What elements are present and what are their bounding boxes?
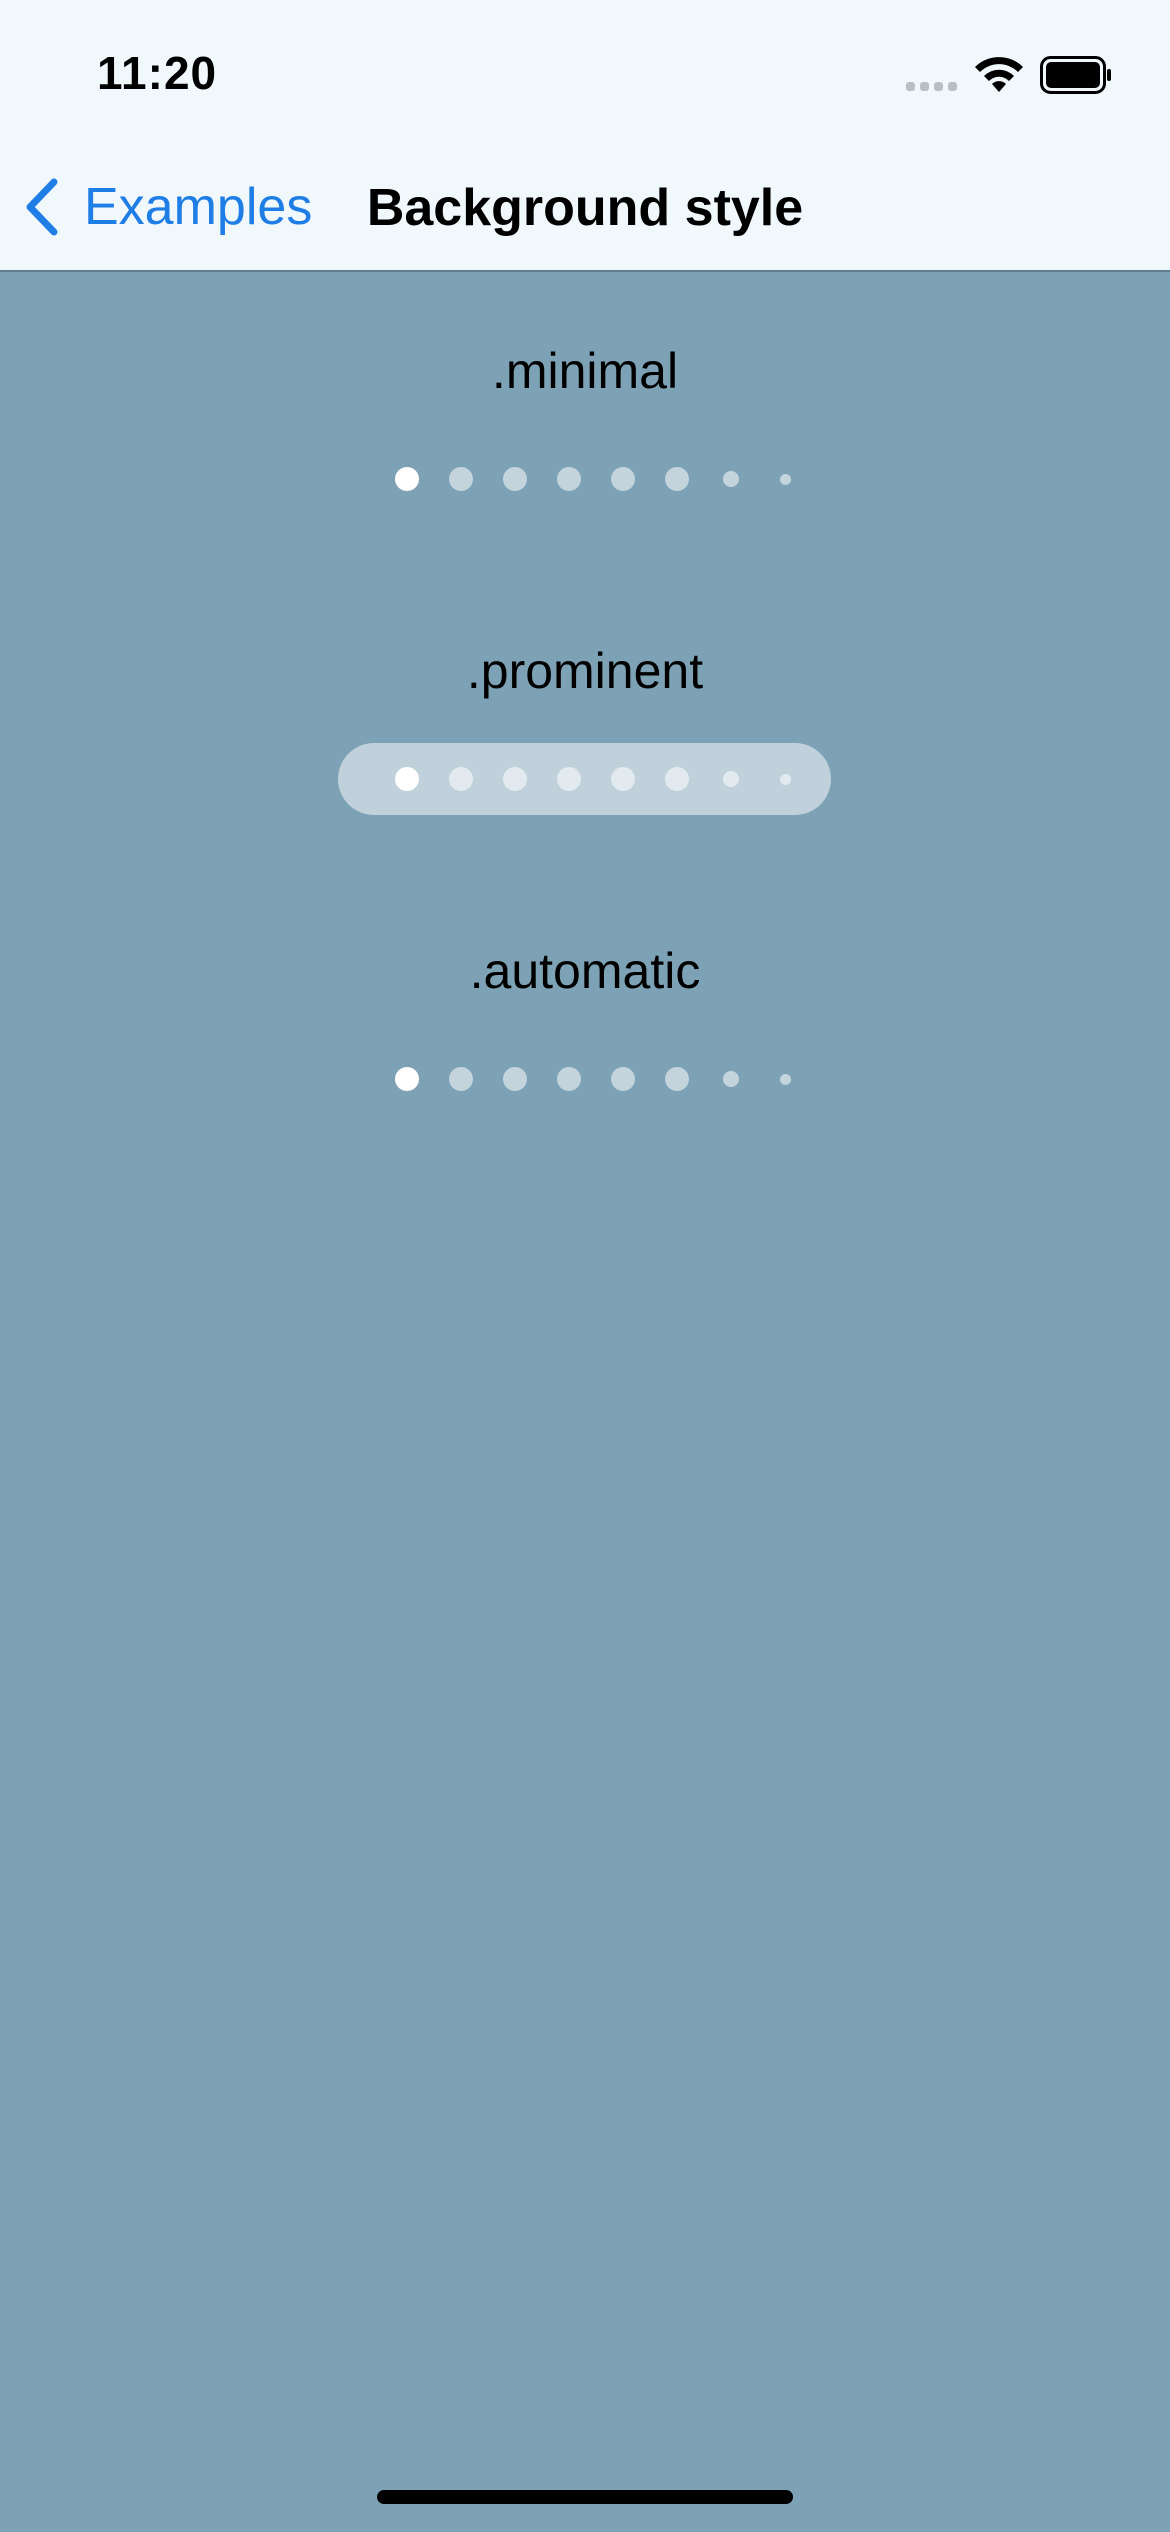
page-dot[interactable] xyxy=(503,467,527,491)
page-title: Background style xyxy=(366,179,804,237)
minimal-label: .minimal xyxy=(491,343,679,399)
cellular-signal-icon xyxy=(906,82,957,91)
page-dot[interactable] xyxy=(611,767,635,791)
page-dot[interactable] xyxy=(557,767,581,791)
navigation-header: 11:20 Examples Background style xyxy=(0,0,1170,272)
automatic-page-control[interactable] xyxy=(395,1064,791,1094)
page-dot[interactable] xyxy=(503,1067,527,1091)
page-dot[interactable] xyxy=(395,1067,419,1091)
page-dot[interactable] xyxy=(449,1067,473,1091)
home-indicator xyxy=(377,2490,793,2504)
page-dot[interactable] xyxy=(723,1071,739,1087)
page-dot[interactable] xyxy=(665,467,689,491)
prominent-page-control-background[interactable] xyxy=(338,743,831,815)
page-dot[interactable] xyxy=(611,1067,635,1091)
status-time: 11:20 xyxy=(97,47,218,99)
page-dot[interactable] xyxy=(665,1067,689,1091)
page-dot[interactable] xyxy=(557,1067,581,1091)
prominent-page-control[interactable] xyxy=(395,764,791,794)
page-dot[interactable] xyxy=(723,771,739,787)
wifi-icon xyxy=(975,57,1023,92)
page-dot[interactable] xyxy=(779,1073,791,1085)
page-dot[interactable] xyxy=(779,473,791,485)
page-dot[interactable] xyxy=(395,767,419,791)
automatic-label: .automatic xyxy=(469,943,701,999)
page-dot[interactable] xyxy=(449,467,473,491)
page-dot[interactable] xyxy=(395,467,419,491)
prominent-label: .prominent xyxy=(466,643,704,699)
minimal-page-control[interactable] xyxy=(395,464,791,494)
page-dot[interactable] xyxy=(449,767,473,791)
page-dot[interactable] xyxy=(665,767,689,791)
battery-icon xyxy=(1040,56,1111,94)
page-dot[interactable] xyxy=(557,467,581,491)
page-dot[interactable] xyxy=(779,773,791,785)
page-dot[interactable] xyxy=(723,471,739,487)
page-dot[interactable] xyxy=(611,467,635,491)
page-dot[interactable] xyxy=(503,767,527,791)
